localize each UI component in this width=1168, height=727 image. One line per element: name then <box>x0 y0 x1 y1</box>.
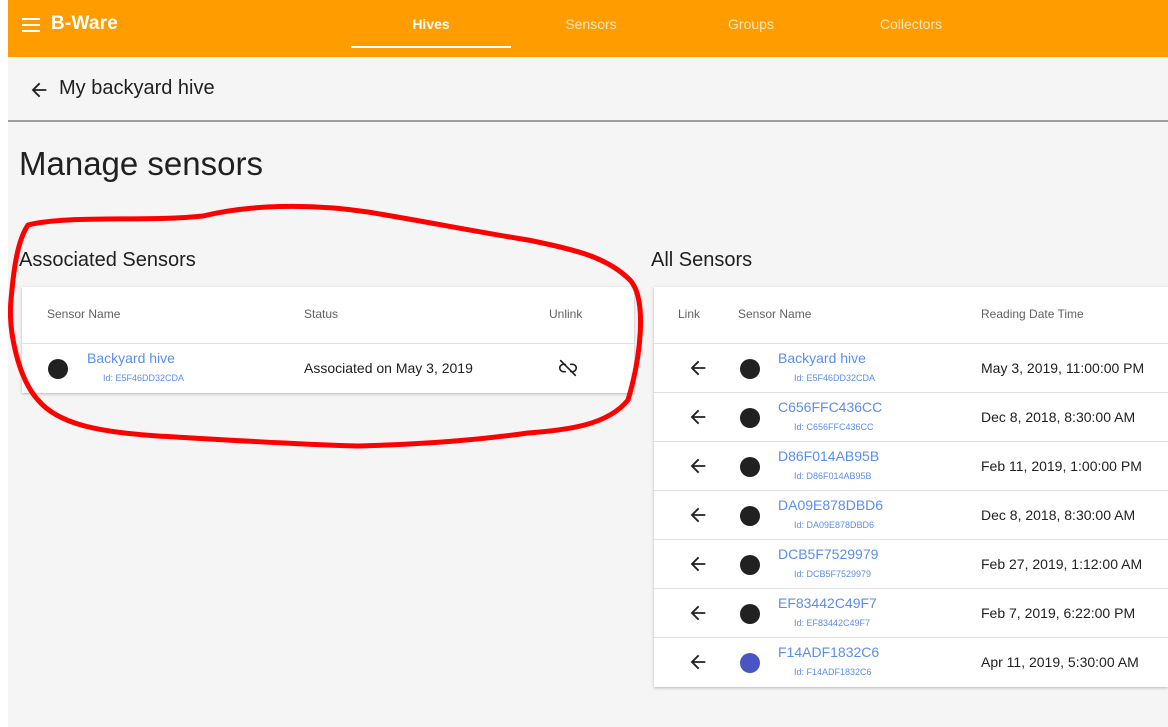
reading-date-time: Feb 7, 2019, 6:22:00 PM <box>981 605 1136 621</box>
column-header-reading-date-time: Reading Date Time <box>981 307 1084 321</box>
arrow-left-icon[interactable] <box>687 651 709 673</box>
sensor-id: Id: E5F46DD32CDA <box>103 373 185 383</box>
table-row: F14ADF1832C6 Id: F14ADF1832C6 Apr 11, 2019… <box>654 637 1168 686</box>
tab-hives[interactable]: Hives <box>351 0 511 48</box>
table-row: DA09E878DBD6 Id: DA09E878DBD6 Dec 8, 2018,… <box>654 490 1168 539</box>
sensor-status-dot <box>740 555 760 575</box>
arrow-left-icon[interactable] <box>687 455 709 477</box>
table-row: C656FFC436CC Id: C656FFC436CC Dec 8, 2018,… <box>654 392 1168 441</box>
column-header-unlink: Unlink <box>549 307 583 321</box>
sensor-name-link[interactable]: Backyard hive <box>778 350 866 366</box>
column-header-sensor-name: Sensor Name <box>738 307 812 321</box>
sensor-name-link[interactable]: DA09E878DBD6 <box>778 497 883 513</box>
table-row: EF83442C49F7 Id: EF83442C49F7 Feb 7, 2019,… <box>654 588 1168 637</box>
reading-date-time: Feb 27, 2019, 1:12:00 AM <box>981 556 1143 572</box>
sensor-id: Id: E5F46DD32CDA <box>794 373 876 383</box>
sensor-id: Id: DCB5F7529979 <box>794 569 872 579</box>
arrow-left-icon[interactable] <box>687 602 709 624</box>
associated-sensors-title: Associated Sensors <box>19 249 196 271</box>
tab-sensors[interactable]: Sensors <box>511 0 671 48</box>
reading-date-time: Dec 8, 2018, 8:30:00 AM <box>981 507 1136 523</box>
sensor-status-dot <box>740 506 760 526</box>
reading-date-time: May 3, 2019, 11:00:00 PM <box>981 360 1145 376</box>
sensor-name-link[interactable]: Backyard hive <box>87 350 175 366</box>
arrow-left-icon[interactable] <box>28 79 50 101</box>
hive-title: My backyard hive <box>59 77 215 99</box>
sensor-name-link[interactable]: DCB5F7529979 <box>778 546 878 562</box>
associated-sensors-table: Sensor Name Status Unlink Backyard hive … <box>22 287 634 393</box>
sensor-status-dot <box>740 359 760 379</box>
arrow-left-icon[interactable] <box>687 553 709 575</box>
all-sensors-title: All Sensors <box>651 249 753 271</box>
sensor-status-dot <box>740 653 760 673</box>
page-title: Manage sensors <box>19 145 263 182</box>
arrow-left-icon[interactable] <box>687 406 709 428</box>
association-status: Associated on May 3, 2019 <box>304 360 473 376</box>
arrow-left-icon[interactable] <box>687 504 709 526</box>
link-off-icon[interactable] <box>557 357 579 379</box>
sensor-id: Id: F14ADF1832C6 <box>794 667 872 677</box>
app-root: B-Ware Hives Sensors Groups Collectors M… <box>8 0 1168 727</box>
sub-header: My backyard hive <box>8 57 1168 122</box>
sensor-name-link[interactable]: D86F014AB95B <box>778 448 879 464</box>
top-app-bar: B-Ware Hives Sensors Groups Collectors <box>8 0 1168 57</box>
sensor-id: Id: EF83442C49F7 <box>794 618 871 628</box>
arrow-left-icon[interactable] <box>687 357 709 379</box>
table-row: DCB5F7529979 Id: DCB5F7529979 Feb 27, 2019… <box>654 539 1168 588</box>
reading-date-time: Dec 8, 2018, 8:30:00 AM <box>981 409 1136 425</box>
sensor-status-dot <box>740 457 760 477</box>
app-brand: B-Ware <box>51 13 119 34</box>
sensor-id: Id: C656FFC436CC <box>794 422 874 432</box>
tab-groups[interactable]: Groups <box>671 0 831 48</box>
tab-collectors[interactable]: Collectors <box>831 0 991 48</box>
sensor-name-link[interactable]: F14ADF1832C6 <box>778 644 879 660</box>
reading-date-time: Feb 11, 2019, 1:00:00 PM <box>981 458 1142 474</box>
sensor-name-link[interactable]: EF83442C49F7 <box>778 595 877 611</box>
table-row: Backyard hive Id: E5F46DD32CDA May 3, 2019… <box>654 343 1168 392</box>
sensor-status-dot <box>740 408 760 428</box>
column-header-link: Link <box>678 307 701 321</box>
sensor-name-link[interactable]: C656FFC436CC <box>778 399 882 415</box>
table-row: D86F014AB95B Id: D86F014AB95B Feb 11, 2019… <box>654 441 1168 490</box>
sensor-id: Id: D86F014AB95B <box>794 471 872 481</box>
all-sensors-table: Link Sensor Name Reading Date Time Backy… <box>654 287 1168 687</box>
column-header-sensor-name: Sensor Name <box>47 307 121 321</box>
menu-icon[interactable] <box>22 16 42 34</box>
reading-date-time: Apr 11, 2019, 5:30:00 AM <box>981 654 1139 670</box>
sensor-status-dot <box>48 359 68 379</box>
column-header-status: Status <box>304 307 339 321</box>
sensor-status-dot <box>740 604 760 624</box>
sensor-id: Id: DA09E878DBD6 <box>794 520 875 530</box>
table-row: Backyard hive Id: E5F46DD32CDA Associate… <box>22 343 634 392</box>
